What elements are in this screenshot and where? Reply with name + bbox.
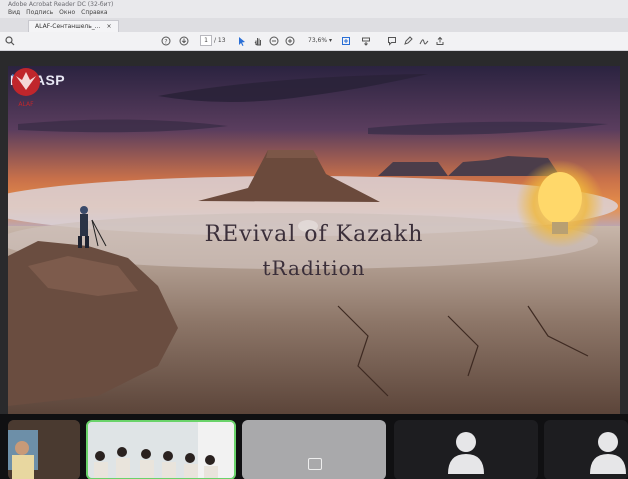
menu-item-window[interactable]: Окно: [59, 9, 75, 16]
slide-title-line2: tRadition: [262, 256, 366, 280]
user-avatar-icon: [448, 432, 484, 474]
zoom-select[interactable]: 73,6% ▾: [308, 35, 332, 47]
participant-strip: [0, 414, 628, 479]
zoom-in-icon[interactable]: [284, 35, 296, 47]
participant-tile-screen-share[interactable]: [242, 420, 386, 479]
pen-icon[interactable]: [402, 35, 414, 47]
user-avatar-icon: [590, 432, 626, 474]
participant-tile-avatar[interactable]: [544, 420, 628, 479]
group-camera-feed: [88, 422, 234, 478]
page-total: / 13: [214, 37, 226, 44]
app-title: Adobe Acrobat Reader DC (32-бит): [8, 1, 114, 8]
alaf-logo-text: ALAF: [18, 101, 34, 108]
zoom-value: 73,6%: [308, 37, 328, 44]
download-icon[interactable]: [178, 35, 190, 47]
screen-share-icon: [308, 458, 322, 470]
sign-icon[interactable]: [418, 35, 430, 47]
page-number-input[interactable]: 1: [200, 35, 212, 46]
help-icon[interactable]: ?: [160, 35, 172, 47]
share-icon[interactable]: [434, 35, 446, 47]
participant-tile-active-speaker[interactable]: [86, 420, 236, 479]
camera-feed: [8, 420, 80, 479]
fit-page-icon[interactable]: [340, 35, 352, 47]
menu-item-view[interactable]: Вид: [8, 9, 20, 16]
svg-text:?: ?: [164, 39, 167, 46]
presentation-slide: PICASP ALAF REvival of Kazakh tRadition: [8, 66, 620, 418]
zoom-out-icon[interactable]: [268, 35, 280, 47]
slide-title-line1: REvival of Kazakh: [204, 222, 424, 247]
participant-tile-avatar[interactable]: [394, 420, 538, 479]
participant-tile-camera[interactable]: [8, 420, 80, 479]
hand-icon[interactable]: [252, 35, 264, 47]
menu-item-help[interactable]: Справка: [81, 9, 107, 16]
chevron-down-icon: ▾: [328, 37, 332, 44]
menu-bar: Вид Подпись Окно Справка: [8, 9, 108, 16]
menu-item-sign[interactable]: Подпись: [26, 9, 53, 16]
tab-bar: ALAF-Сентаншель_... ×: [0, 18, 628, 33]
search-icon[interactable]: [4, 35, 16, 47]
page-navigator: 1 / 13: [200, 35, 226, 46]
select-cursor-icon[interactable]: [236, 35, 248, 47]
title-bar: Adobe Acrobat Reader DC (32-бит) Вид Под…: [0, 0, 628, 19]
comment-icon[interactable]: [386, 35, 398, 47]
screen: Adobe Acrobat Reader DC (32-бит) Вид Под…: [0, 0, 628, 479]
scroll-icon[interactable]: [360, 35, 372, 47]
toolbar: ? 1 / 13 73,6% ▾: [0, 32, 628, 51]
alaf-logo: ALAF: [12, 68, 40, 108]
